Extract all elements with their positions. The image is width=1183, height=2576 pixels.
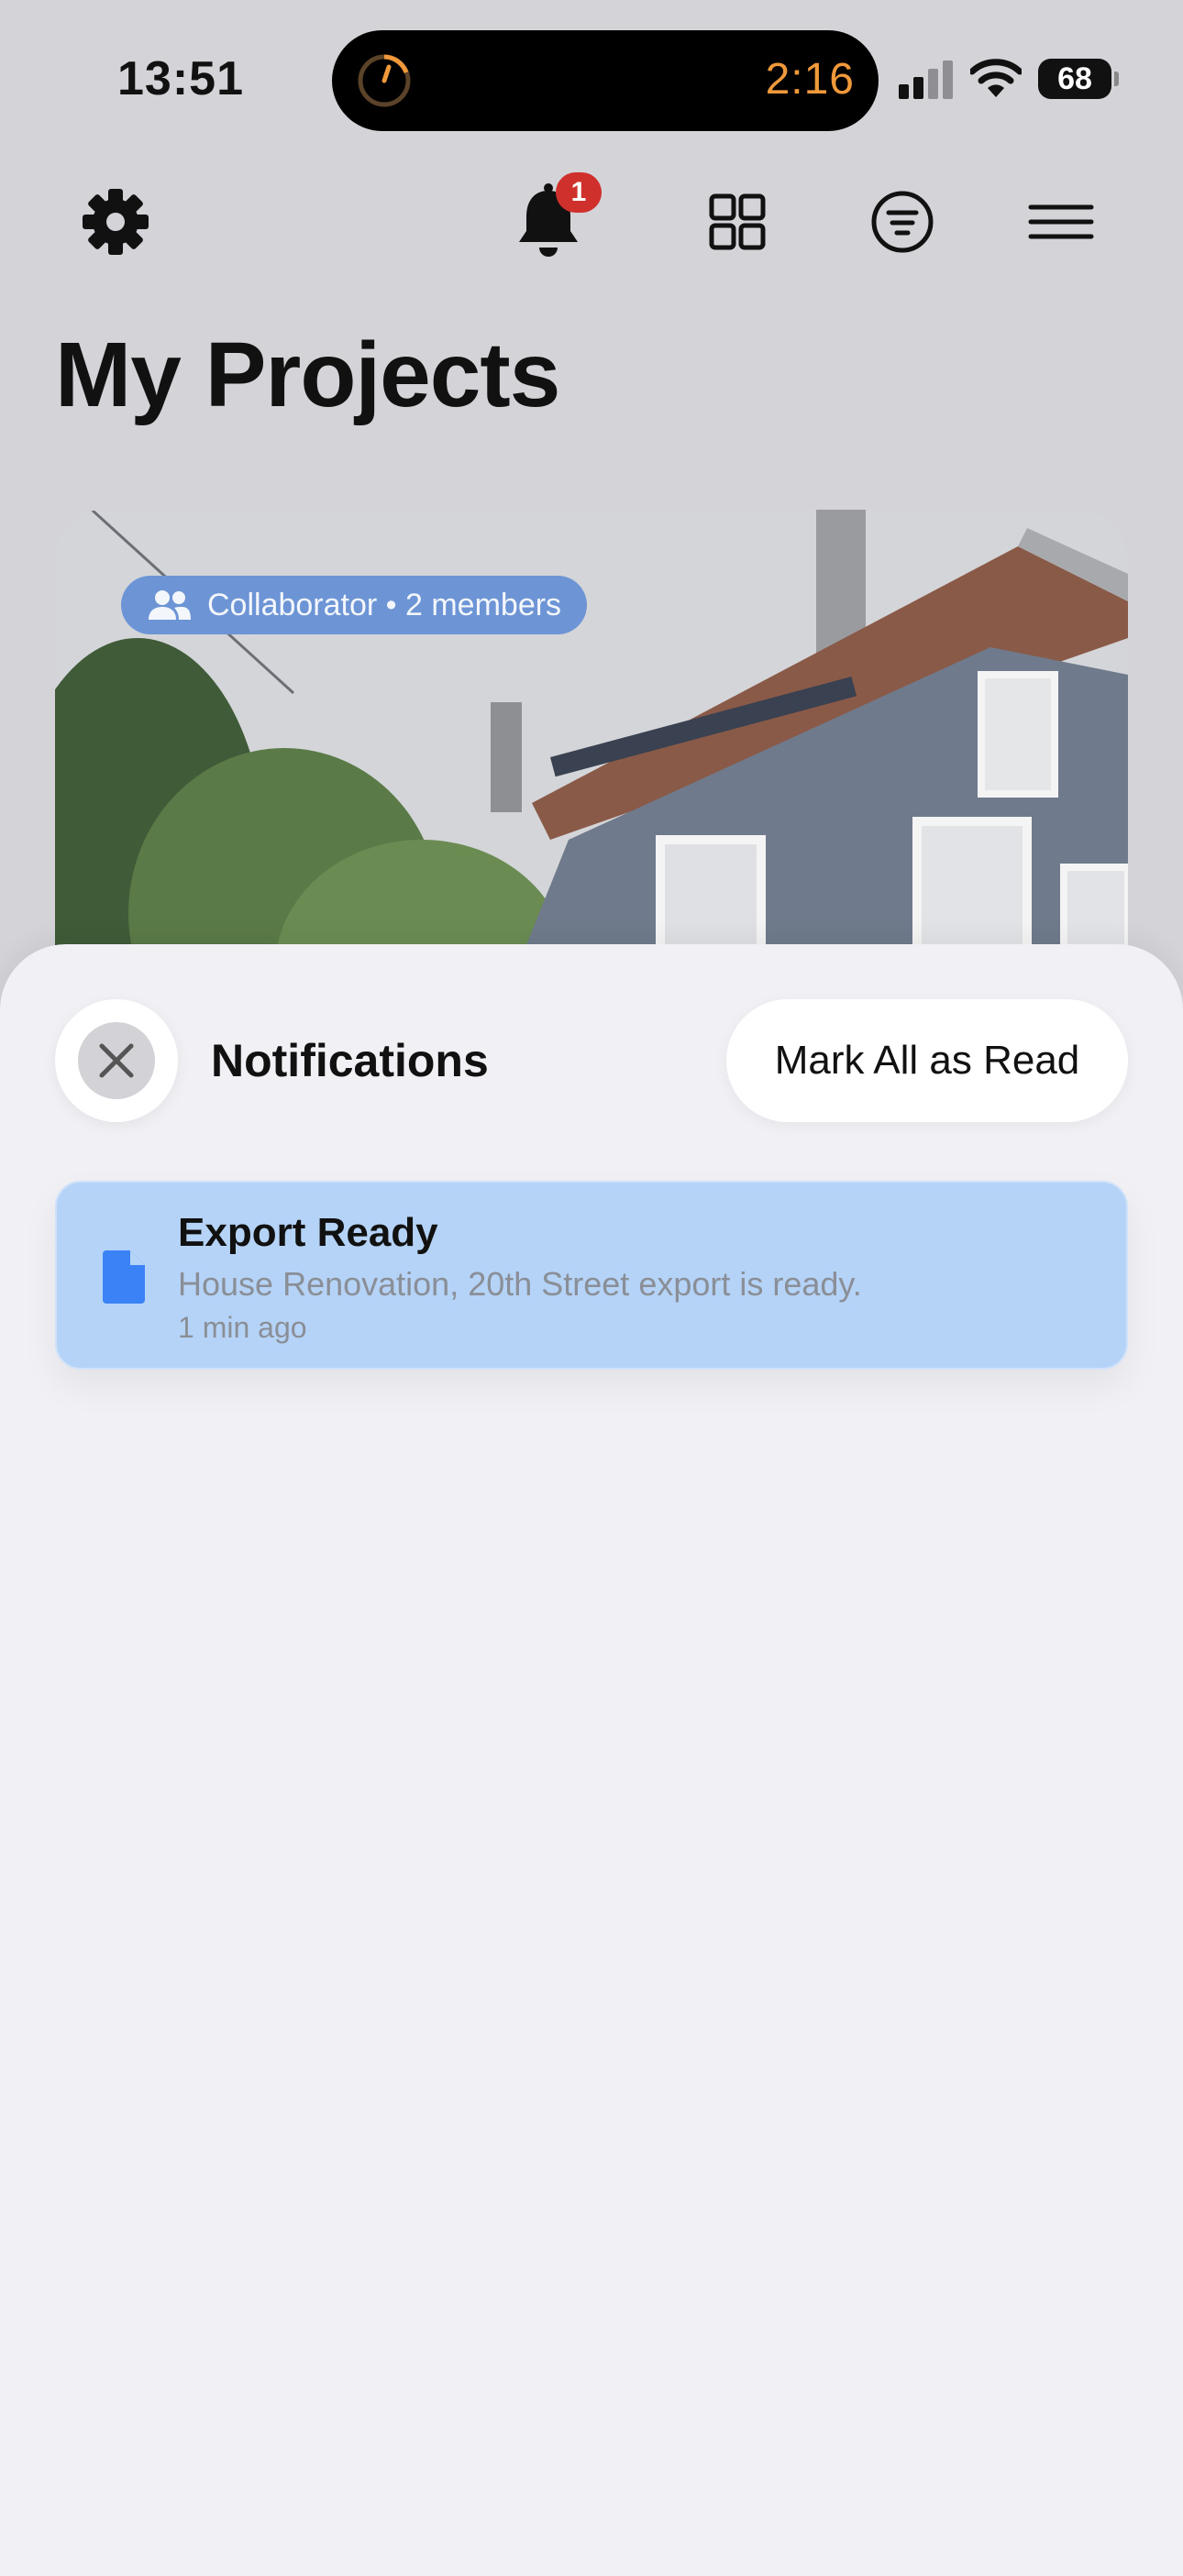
document-icon bbox=[103, 1250, 145, 1304]
menu-button[interactable] bbox=[1012, 174, 1108, 270]
filter-button[interactable] bbox=[855, 174, 950, 270]
gear-icon bbox=[83, 189, 149, 255]
page-title: My Projects bbox=[55, 324, 560, 426]
status-time: 13:51 bbox=[117, 52, 244, 105]
dynamic-island[interactable]: 2:16 bbox=[332, 30, 879, 131]
collaborator-badge: Collaborator • 2 members bbox=[121, 576, 588, 634]
notification-time: 1 min ago bbox=[178, 1311, 307, 1344]
timer-icon bbox=[358, 54, 411, 107]
notification-title: Export Ready bbox=[178, 1210, 438, 1255]
notification-badge: 1 bbox=[556, 172, 602, 213]
grid-view-button[interactable] bbox=[690, 174, 785, 270]
people-icon bbox=[149, 590, 191, 620]
close-button[interactable] bbox=[55, 999, 178, 1122]
grid-icon bbox=[709, 193, 766, 250]
filter-icon bbox=[871, 191, 934, 253]
settings-button[interactable] bbox=[68, 174, 163, 270]
notifications-sheet: Notifications Mark All as Read Export Re… bbox=[0, 944, 1183, 2576]
mark-all-read-button[interactable]: Mark All as Read bbox=[726, 999, 1128, 1122]
notification-body: House Renovation, 20th Street export is … bbox=[178, 1265, 862, 1303]
notification-item[interactable]: Export Ready House Renovation, 20th Stre… bbox=[55, 1181, 1128, 1370]
island-timer-text: 2:16 bbox=[765, 55, 855, 104]
menu-icon bbox=[1028, 204, 1094, 239]
wifi-icon bbox=[970, 59, 1022, 97]
collaborator-label: Collaborator • 2 members bbox=[207, 587, 562, 622]
sheet-title: Notifications bbox=[211, 1035, 489, 1086]
close-icon bbox=[99, 1043, 134, 1078]
signal-icon bbox=[899, 61, 953, 99]
battery-icon: 68 bbox=[1038, 59, 1119, 99]
close-button-inner[interactable] bbox=[78, 1022, 155, 1099]
